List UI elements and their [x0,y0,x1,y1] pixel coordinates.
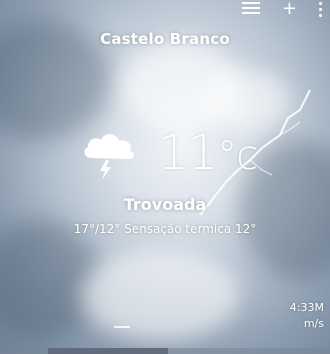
wind-time: 4:33M [289,301,324,314]
more-vert-icon[interactable] [319,1,322,17]
wind-info: 4:33M m/s [290,300,324,332]
plus-icon: + [281,0,297,19]
add-location-button[interactable]: + [282,0,297,18]
temperature: 11°c [158,125,258,181]
location-name[interactable]: Castelo Branco [0,30,330,48]
temperature-value: 11 [158,125,218,181]
divider [114,326,130,328]
thunderstorm-icon [80,124,140,182]
current-weather: 11°c [80,124,258,182]
list-icon[interactable] [241,2,260,16]
scrollbar-thumb[interactable] [48,348,168,354]
weather-condition: Trovoada [123,195,207,214]
temperature-unit: °c [217,133,258,179]
scrollbar[interactable] [0,348,330,354]
toolbar: + [241,0,322,18]
temperature-details: 17°/12° Sensação térmica 12° [73,222,257,236]
wind-unit: m/s [303,317,324,330]
